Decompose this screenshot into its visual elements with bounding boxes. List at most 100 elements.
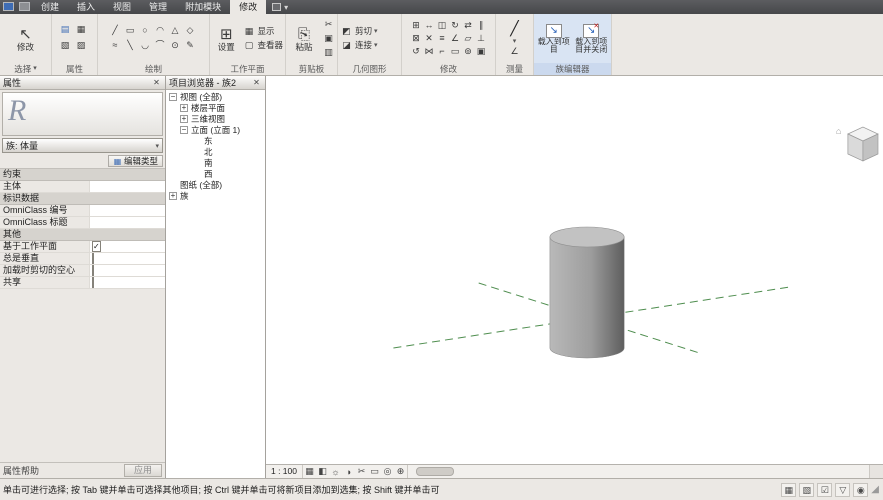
draw-polygon-icon[interactable]: △ <box>169 24 182 37</box>
copy-icon[interactable]: ◫ <box>436 19 449 32</box>
draw-rectangle-icon[interactable]: ▭ <box>124 24 137 37</box>
family-types-icon[interactable]: ▧ <box>59 39 72 52</box>
align-icon[interactable]: ⊞ <box>410 19 423 32</box>
detail-level-icon[interactable]: ▦ <box>303 466 316 477</box>
properties-help-link[interactable]: 属性帮助 <box>3 464 39 477</box>
mass-cylinder-top-face[interactable] <box>549 226 625 248</box>
tree-item-floor-plans[interactable]: + 楼层平面 <box>166 102 265 113</box>
draw-point-icon[interactable]: ⊙ <box>169 39 182 52</box>
checkbox-checked[interactable]: ✓ <box>92 241 101 252</box>
paint-icon[interactable]: ▭ <box>449 45 462 58</box>
viewcube[interactable]: ⌂ <box>836 126 879 162</box>
tree-expander-icon[interactable]: − <box>180 125 188 134</box>
scrollbar-thumb[interactable] <box>416 467 454 476</box>
viewcube-home-icon[interactable]: ⌂ <box>836 126 841 136</box>
edit-type-button[interactable]: ▦ 编辑类型 <box>107 155 163 167</box>
split-element-icon[interactable]: ▱ <box>462 32 475 45</box>
ribbon-display-toggle[interactable]: ▾ <box>266 0 294 14</box>
tree-expander-icon[interactable]: − <box>169 92 177 101</box>
horizontal-scrollbar[interactable] <box>407 465 869 478</box>
tab-create[interactable]: 创建 <box>32 0 68 14</box>
tree-expander-icon[interactable]: + <box>180 103 188 112</box>
tree-item-west[interactable]: 西 <box>166 168 265 179</box>
mass-cylinder-body[interactable] <box>549 236 625 359</box>
join-unjoin-icon[interactable]: ⋈ <box>423 45 436 58</box>
property-value-field[interactable] <box>90 217 165 228</box>
reveal-hidden-icon[interactable]: ⊕ <box>394 466 407 477</box>
chevron-down-icon[interactable]: ▾ <box>513 37 517 45</box>
show-workplane-button[interactable]: ▦ 显示 <box>242 25 283 38</box>
delete-icon[interactable]: ✕ <box>423 32 436 45</box>
edit-profile-icon[interactable]: ▣ <box>475 45 488 58</box>
family-category-icon[interactable]: ▦ <box>75 23 88 36</box>
apply-button[interactable]: 应用 <box>123 464 162 477</box>
checkbox-unchecked[interactable] <box>92 277 94 288</box>
unpin-icon[interactable]: ↺ <box>410 45 423 58</box>
properties-palette-icon[interactable]: ▤ <box>59 23 72 36</box>
draw-pick-line-icon[interactable]: ✎ <box>184 39 197 52</box>
tab-insert[interactable]: 插入 <box>68 0 104 14</box>
family-parameters-icon[interactable]: ▨ <box>75 39 88 52</box>
type-selector-dropdown[interactable]: 族: 体量 ▾ <box>2 138 163 153</box>
panel-select-label[interactable]: 选择 ▾ <box>0 63 51 75</box>
application-menu-icon[interactable] <box>3 2 14 11</box>
design-options-icon[interactable]: ▧ <box>799 482 815 497</box>
tab-modify[interactable]: 修改 <box>230 0 267 14</box>
viewer-button[interactable]: ▢ 查看器 <box>242 39 283 52</box>
quick-access-icon[interactable] <box>19 2 30 11</box>
move-icon[interactable]: ↔ <box>423 19 436 32</box>
tab-manage[interactable]: 管理 <box>140 0 176 14</box>
cut-scissors-icon[interactable]: ✂ <box>322 18 335 31</box>
property-value-field[interactable] <box>90 205 165 216</box>
aligned-dimension-icon[interactable]: ∠ <box>508 45 521 58</box>
tree-item-families[interactable]: + 族 <box>166 190 265 201</box>
view-scale-button[interactable]: 1 : 100 <box>266 465 303 478</box>
property-value-field[interactable] <box>90 181 165 192</box>
group-header-other[interactable]: 其他 <box>0 229 165 241</box>
trim-extend-icon[interactable]: ∠ <box>449 32 462 45</box>
tree-item-3d-views[interactable]: + 三维视图 <box>166 113 265 124</box>
set-workplane-button[interactable]: ⊞ 设置 <box>212 26 240 52</box>
split-face-icon[interactable]: ⌐ <box>436 45 449 58</box>
worksets-icon[interactable]: ▦ <box>781 482 797 497</box>
cut-geometry-button[interactable]: ◩ 剪切 ▾ <box>340 25 377 38</box>
resize-grip-icon[interactable]: ◢ <box>871 484 880 495</box>
checkbox-unchecked[interactable] <box>92 265 94 276</box>
rotate-icon[interactable]: ↻ <box>449 19 462 32</box>
draw-arc2-icon[interactable]: ◡ <box>139 39 152 52</box>
close-icon[interactable]: ✕ <box>251 78 262 87</box>
load-into-project-button[interactable]: ↘ 载入到项目 <box>536 23 572 54</box>
view-canvas[interactable]: ⌂ <box>266 76 883 464</box>
pin-icon[interactable]: ⊥ <box>475 32 488 45</box>
close-icon[interactable]: ✕ <box>151 78 162 87</box>
tree-item-east[interactable]: 东 <box>166 135 265 146</box>
crop-region-icon[interactable]: ▭ <box>368 466 381 477</box>
tree-expander-icon[interactable]: + <box>180 114 188 123</box>
editable-only-icon[interactable]: ☑ <box>817 482 833 497</box>
tree-item-south[interactable]: 南 <box>166 157 265 168</box>
draw-spline-icon[interactable]: ≈ <box>109 39 122 52</box>
selection-toggle-icon[interactable]: ◉ <box>853 482 869 497</box>
group-header-identity[interactable]: 标识数据 <box>0 193 165 205</box>
draw-line2-icon[interactable]: ╲ <box>124 39 137 52</box>
tree-item-views[interactable]: − 视图 (全部) <box>166 91 265 102</box>
demolish-icon[interactable]: ⊚ <box>462 45 475 58</box>
tree-item-north[interactable]: 北 <box>166 146 265 157</box>
visual-style-icon[interactable]: ◧ <box>316 466 329 477</box>
tab-view[interactable]: 视图 <box>104 0 140 14</box>
sun-path-icon[interactable]: ☼ <box>329 467 342 477</box>
scale-icon[interactable]: ⊠ <box>410 32 423 45</box>
checkbox-unchecked[interactable] <box>92 253 94 264</box>
draw-arc-icon[interactable]: ◠ <box>154 24 167 37</box>
shadows-icon[interactable]: ◑ <box>342 467 355 477</box>
project-browser-header[interactable]: 项目浏览器 - 族2 ✕ <box>166 76 265 90</box>
copy-to-clipboard-icon[interactable]: ▣ <box>322 32 335 45</box>
load-into-project-close-button[interactable]: ↘ ✕ 载入到项目并关闭 <box>574 23 610 54</box>
paste-button[interactable]: ⎘ 粘贴 <box>288 26 320 52</box>
properties-header[interactable]: 属性 ✕ <box>0 76 165 90</box>
tree-item-elevations[interactable]: − 立面 (立面 1) <box>166 124 265 135</box>
modify-tool-button[interactable]: ↖ 修改 <box>9 26 43 52</box>
mirror-icon[interactable]: ⇄ <box>462 19 475 32</box>
crop-view-icon[interactable]: ✂ <box>355 466 368 477</box>
match-properties-icon[interactable]: ▥ <box>322 46 335 59</box>
